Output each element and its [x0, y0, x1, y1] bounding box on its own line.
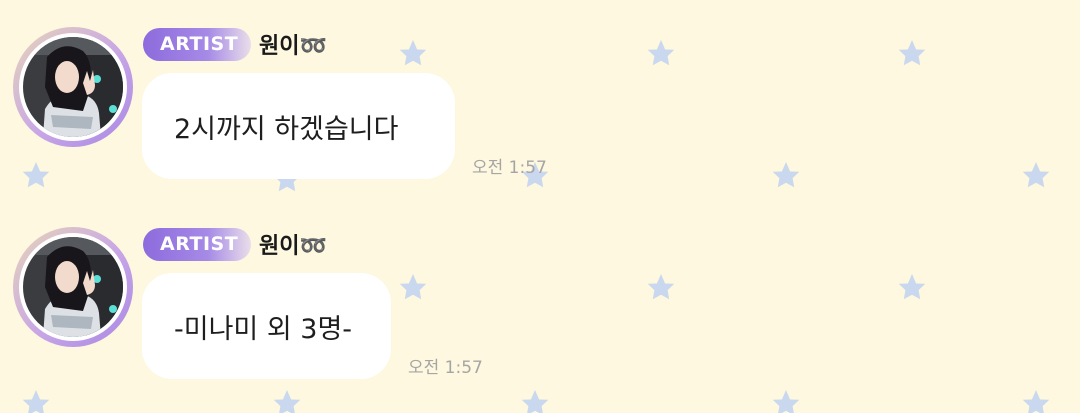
sender-name[interactable]: 원이➿ — [259, 228, 327, 260]
avatar-frame — [19, 33, 127, 141]
artist-badge: ARTIST — [143, 27, 251, 61]
chat-message: ARTIST 원이➿ 2시까지 하겠습니다 오전 1:57 — [0, 0, 1080, 200]
sender-name[interactable]: 원이➿ — [259, 28, 327, 60]
avatar-photo — [23, 37, 123, 137]
avatar-photo — [23, 237, 123, 337]
message-header: ARTIST 원이➿ — [143, 27, 327, 61]
message-header: ARTIST 원이➿ — [143, 227, 327, 261]
message-text: 2시까지 하겠습니다 — [174, 113, 399, 145]
avatar-frame — [19, 233, 127, 341]
message-text: -미나미 외 3명- — [174, 313, 353, 345]
avatar[interactable] — [13, 227, 133, 347]
message-bubble[interactable]: -미나미 외 3명- — [142, 273, 391, 379]
message-bubble[interactable]: 2시까지 하겠습니다 — [142, 73, 455, 179]
artist-badge: ARTIST — [143, 227, 251, 261]
avatar[interactable] — [13, 27, 133, 147]
chat-message: ARTIST 원이➿ -미나미 외 3명- 오전 1:57 — [0, 200, 1080, 400]
message-timestamp: 오전 1:57 — [472, 158, 547, 178]
message-timestamp: 오전 1:57 — [408, 358, 483, 378]
